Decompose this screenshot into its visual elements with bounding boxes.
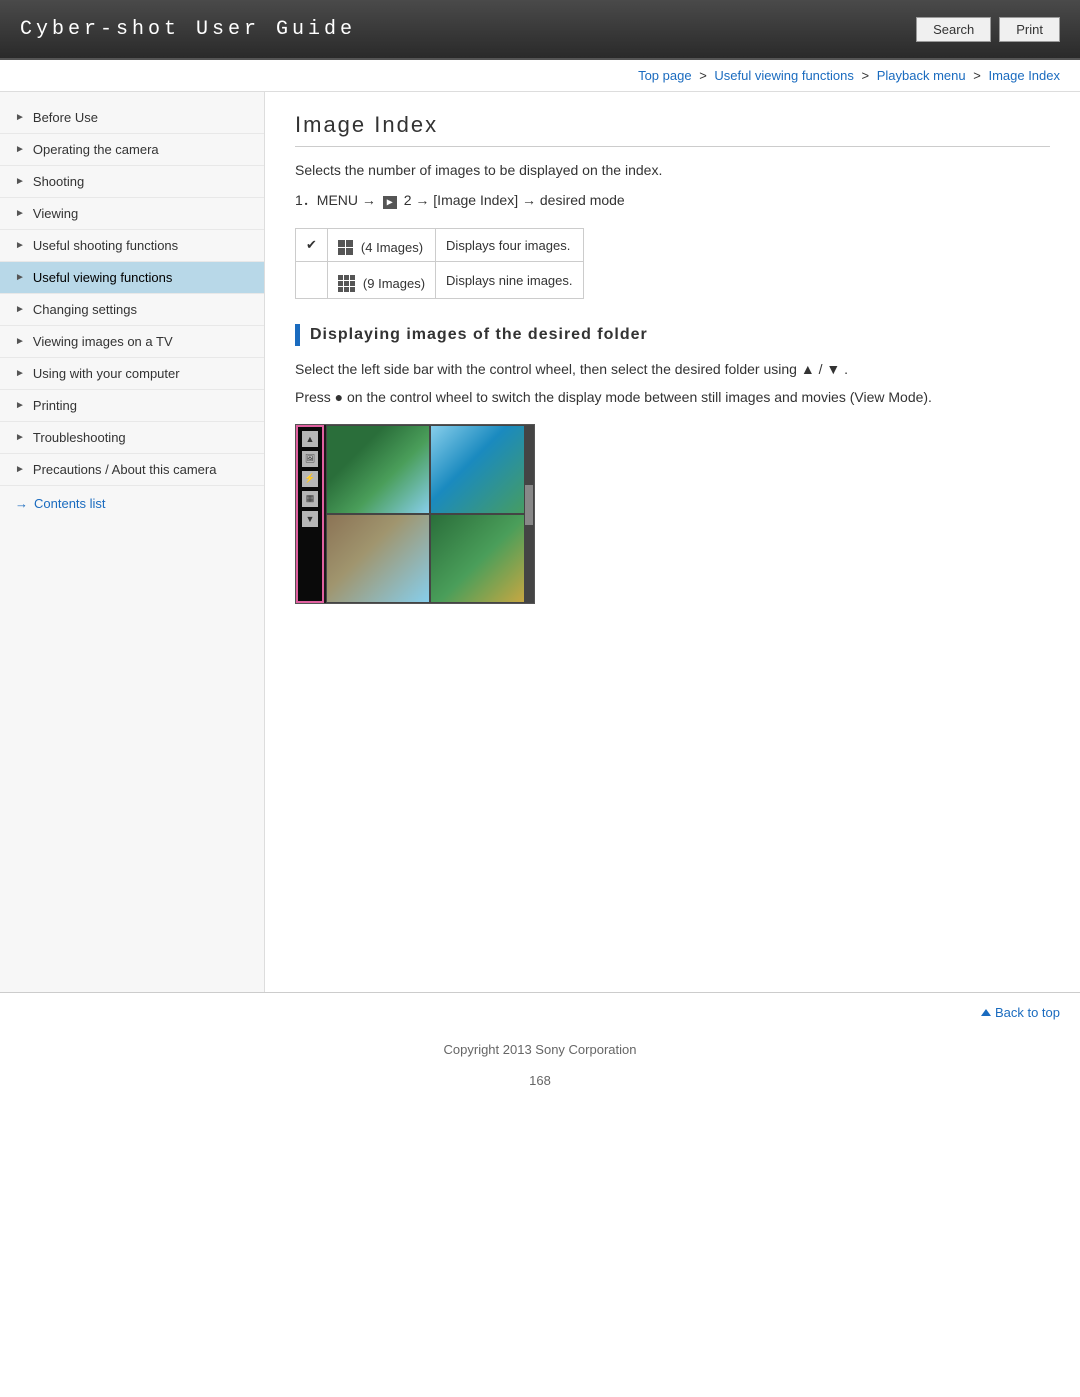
breadcrumb-top-page[interactable]: Top page bbox=[638, 68, 692, 83]
playback-icon: ▶ bbox=[383, 196, 397, 209]
contents-link-label: Contents list bbox=[34, 496, 106, 511]
sidebar-arrow-3: ► bbox=[15, 208, 25, 219]
sidebar-arrow-8: ► bbox=[15, 368, 25, 379]
search-button[interactable]: Search bbox=[916, 17, 991, 42]
sidebar: ► Before Use ► Operating the camera ► Shootin… bbox=[0, 92, 265, 992]
section-description: Selects the number of images to be displ… bbox=[295, 162, 1050, 178]
footer: Back to top bbox=[0, 992, 1080, 1032]
sidebar-item-4[interactable]: ► Useful shooting functions bbox=[0, 230, 264, 262]
ss-icon-2: 🖼 bbox=[302, 451, 318, 467]
sidebar-item-9[interactable]: ► Printing bbox=[0, 390, 264, 422]
check-cell-0: ✔ bbox=[296, 229, 328, 262]
sidebar-item-0[interactable]: ► Before Use bbox=[0, 102, 264, 134]
sidebar-label-5: Useful viewing functions bbox=[33, 270, 172, 285]
icon-label-1: (9 Images) bbox=[363, 276, 425, 291]
sidebar-item-7[interactable]: ► Viewing images on a TV bbox=[0, 326, 264, 358]
ss-icon-1: ▲ bbox=[302, 431, 318, 447]
desc-cell-1: Displays nine images. bbox=[436, 262, 583, 299]
menu-instruction: 1．MENU → ▶ 2 → [Image Index] → desired m… bbox=[295, 190, 1050, 210]
sidebar-item-1[interactable]: ► Operating the camera bbox=[0, 134, 264, 166]
sidebar-label-8: Using with your computer bbox=[33, 366, 180, 381]
icon-label-0: (4 Images) bbox=[361, 240, 423, 255]
sidebar-label-10: Troubleshooting bbox=[33, 430, 126, 445]
breadcrumb-useful-viewing[interactable]: Useful viewing functions bbox=[714, 68, 853, 83]
scrollbar-thumb bbox=[525, 485, 533, 525]
sidebar-label-4: Useful shooting functions bbox=[33, 238, 178, 253]
sidebar-arrow-9: ► bbox=[15, 400, 25, 411]
back-to-top-label: Back to top bbox=[995, 1005, 1060, 1020]
sidebar-label-11: Precautions / About this camera bbox=[33, 462, 217, 477]
sidebar-arrow-4: ► bbox=[15, 240, 25, 251]
screenshot-image: ▲ 🖼 ⚡ ▦ ▼ bbox=[295, 424, 535, 604]
sidebar-item-2[interactable]: ► Shooting bbox=[0, 166, 264, 198]
breadcrumb-sep-3: > bbox=[973, 68, 984, 83]
main-layout: ► Before Use ► Operating the camera ► Shootin… bbox=[0, 92, 1080, 992]
sub-desc-1: Select the left side bar with the contro… bbox=[295, 358, 1050, 380]
sidebar-arrow-10: ► bbox=[15, 432, 25, 443]
sidebar-item-8[interactable]: ► Using with your computer bbox=[0, 358, 264, 390]
image-index-table: ✔(4 Images)Displays four images.(9 Image… bbox=[295, 228, 584, 299]
breadcrumb-sep-1: > bbox=[699, 68, 710, 83]
sidebar-arrow-7: ► bbox=[15, 336, 25, 347]
page-title: Image Index bbox=[295, 112, 1050, 147]
photo-cell-1 bbox=[326, 425, 430, 514]
sidebar-arrow-2: ► bbox=[15, 176, 25, 187]
sidebar-label-2: Shooting bbox=[33, 174, 84, 189]
sub-desc-2: Press ● on the control wheel to switch t… bbox=[295, 386, 1050, 408]
ss-icon-4: ▦ bbox=[302, 491, 318, 507]
ss-icon-5: ▼ bbox=[302, 511, 318, 527]
sidebar-label-3: Viewing bbox=[33, 206, 78, 221]
sidebar-arrow-5: ► bbox=[15, 272, 25, 283]
photo-cell-4 bbox=[430, 514, 534, 603]
photo-grid bbox=[326, 425, 534, 603]
sidebar-label-1: Operating the camera bbox=[33, 142, 159, 157]
sub-section-title: Displaying images of the desired folder bbox=[295, 324, 1050, 346]
breadcrumb-sep-2: > bbox=[862, 68, 873, 83]
copyright: Copyright 2013 Sony Corporation bbox=[0, 1032, 1080, 1067]
app-title: Cyber-shot User Guide bbox=[20, 18, 356, 41]
sidebar-arrow-6: ► bbox=[15, 304, 25, 315]
page-number: 168 bbox=[0, 1067, 1080, 1094]
breadcrumb-image-index[interactable]: Image Index bbox=[988, 68, 1060, 83]
contents-link[interactable]: → Contents list bbox=[0, 486, 264, 521]
content-area: Image Index Selects the number of images… bbox=[265, 92, 1080, 992]
icon-cell-1: (9 Images) bbox=[327, 262, 435, 299]
sub-section-title-text: Displaying images of the desired folder bbox=[310, 326, 648, 344]
sidebar-arrow-11: ► bbox=[15, 464, 25, 475]
sidebar-label-7: Viewing images on a TV bbox=[33, 334, 173, 349]
check-cell-1 bbox=[296, 262, 328, 299]
sidebar-label-6: Changing settings bbox=[33, 302, 137, 317]
sidebar-item-3[interactable]: ► Viewing bbox=[0, 198, 264, 230]
sidebar-item-11[interactable]: ► Precautions / About this camera bbox=[0, 454, 264, 486]
triangle-up-icon bbox=[981, 1009, 991, 1016]
blue-bar-icon bbox=[295, 324, 300, 346]
ss-icon-3: ⚡ bbox=[302, 471, 318, 487]
breadcrumb-playback-menu[interactable]: Playback menu bbox=[877, 68, 966, 83]
header-buttons: Search Print bbox=[916, 17, 1060, 42]
sidebar-label-9: Printing bbox=[33, 398, 77, 413]
table-row-1: (9 Images) Displays nine images. bbox=[296, 262, 584, 299]
header: Cyber-shot User Guide Search Print bbox=[0, 0, 1080, 60]
sidebar-item-5[interactable]: ► Useful viewing functions bbox=[0, 262, 264, 294]
sidebar-arrow-0: ► bbox=[15, 112, 25, 123]
icon-cell-0: (4 Images) bbox=[327, 229, 435, 262]
desc-cell-0: Displays four images. bbox=[436, 229, 583, 262]
sidebar-item-10[interactable]: ► Troubleshooting bbox=[0, 422, 264, 454]
table-row-0: ✔ (4 Images) Displays four images. bbox=[296, 229, 584, 262]
sidebar-label-0: Before Use bbox=[33, 110, 98, 125]
sidebar-item-6[interactable]: ► Changing settings bbox=[0, 294, 264, 326]
screenshot-scrollbar bbox=[524, 425, 534, 603]
sidebar-arrow-1: ► bbox=[15, 144, 25, 155]
screenshot-sidebar: ▲ 🖼 ⚡ ▦ ▼ bbox=[296, 425, 324, 603]
back-to-top-link[interactable]: Back to top bbox=[981, 1005, 1060, 1020]
arrow-right-icon: → bbox=[15, 496, 28, 511]
print-button[interactable]: Print bbox=[999, 17, 1060, 42]
breadcrumb: Top page > Useful viewing functions > Pl… bbox=[0, 60, 1080, 92]
photo-cell-3 bbox=[326, 514, 430, 603]
photo-cell-2 bbox=[430, 425, 534, 514]
